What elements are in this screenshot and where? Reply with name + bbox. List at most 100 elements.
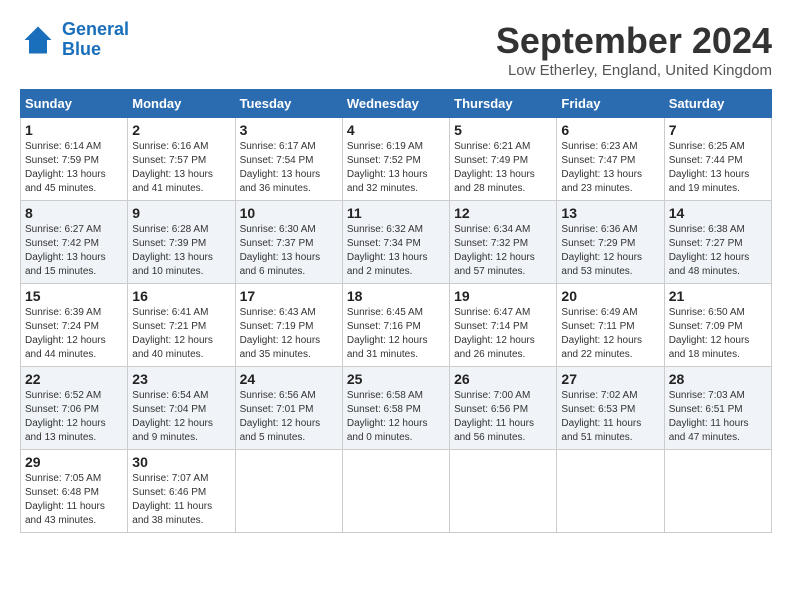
day-info: Sunrise: 6:30 AMSunset: 7:37 PMDaylight:… — [240, 223, 338, 279]
day-cell: 1Sunrise: 6:14 AMSunset: 7:59 PMDaylight… — [21, 118, 128, 201]
day-cell: 9Sunrise: 6:28 AMSunset: 7:39 PMDaylight… — [128, 201, 235, 284]
day-number: 23 — [132, 371, 230, 387]
day-info: Sunrise: 6:16 AMSunset: 7:57 PMDaylight:… — [132, 140, 230, 196]
calendar-subtitle: Low Etherley, England, United Kingdom — [496, 62, 772, 79]
day-cell: 26Sunrise: 7:00 AMSunset: 6:56 PMDayligh… — [450, 367, 557, 450]
day-info: Sunrise: 6:43 AMSunset: 7:19 PMDaylight:… — [240, 306, 338, 362]
week-row-5: 29 Sunrise: 7:05 AMSunset: 6:48 PMDayligh… — [21, 450, 772, 533]
day-info: Sunrise: 6:52 AMSunset: 7:06 PMDaylight:… — [25, 389, 123, 445]
day-info: Sunrise: 7:05 AMSunset: 6:48 PMDaylight:… — [25, 472, 123, 528]
day-cell: 22 Sunrise: 6:52 AMSunset: 7:06 PMDayligh… — [21, 367, 128, 450]
day-number: 12 — [454, 205, 552, 221]
day-info: Sunrise: 6:34 AMSunset: 7:32 PMDaylight:… — [454, 223, 552, 279]
page-header: General Blue September 2024 Low Etherley… — [20, 20, 772, 79]
week-row-3: 15 Sunrise: 6:39 AMSunset: 7:24 PMDayligh… — [21, 284, 772, 367]
day-cell: 29 Sunrise: 7:05 AMSunset: 6:48 PMDayligh… — [21, 450, 128, 533]
day-number: 2 — [132, 122, 230, 138]
day-number: 7 — [669, 122, 767, 138]
day-cell: 28 Sunrise: 7:03 AMSunset: 6:51 PMDayligh… — [664, 367, 771, 450]
day-info: Sunrise: 6:17 AMSunset: 7:54 PMDaylight:… — [240, 140, 338, 196]
day-number: 21 — [669, 288, 767, 304]
day-number: 4 — [347, 122, 445, 138]
day-cell: 21Sunrise: 6:50 AMSunset: 7:09 PMDayligh… — [664, 284, 771, 367]
title-block: September 2024 Low Etherley, England, Un… — [496, 20, 772, 79]
day-header-sunday: Sunday — [21, 90, 128, 118]
day-cell: 6Sunrise: 6:23 AMSunset: 7:47 PMDaylight… — [557, 118, 664, 201]
week-row-4: 22 Sunrise: 6:52 AMSunset: 7:06 PMDayligh… — [21, 367, 772, 450]
day-cell: 19 Sunrise: 6:47 AMSunset: 7:14 PMDayligh… — [450, 284, 557, 367]
day-cell: 7 Sunrise: 6:25 AMSunset: 7:44 PMDaylight… — [664, 118, 771, 201]
day-cell — [450, 450, 557, 533]
day-cell: 12 Sunrise: 6:34 AMSunset: 7:32 PMDayligh… — [450, 201, 557, 284]
day-number: 29 — [25, 454, 123, 470]
day-cell: 30Sunrise: 7:07 AMSunset: 6:46 PMDayligh… — [128, 450, 235, 533]
day-cell — [235, 450, 342, 533]
day-number: 6 — [561, 122, 659, 138]
day-info: Sunrise: 6:21 AMSunset: 7:49 PMDaylight:… — [454, 140, 552, 196]
day-number: 25 — [347, 371, 445, 387]
day-number: 9 — [132, 205, 230, 221]
day-number: 18 — [347, 288, 445, 304]
day-cell: 24 Sunrise: 6:56 AMSunset: 7:01 PMDayligh… — [235, 367, 342, 450]
day-info: Sunrise: 7:07 AMSunset: 6:46 PMDaylight:… — [132, 472, 230, 528]
day-info: Sunrise: 6:36 AMSunset: 7:29 PMDaylight:… — [561, 223, 659, 279]
day-cell: 25 Sunrise: 6:58 AMSunset: 6:58 PMDayligh… — [342, 367, 449, 450]
day-number: 10 — [240, 205, 338, 221]
day-number: 16 — [132, 288, 230, 304]
day-number: 22 — [25, 371, 123, 387]
day-info: Sunrise: 6:25 AMSunset: 7:44 PMDaylight:… — [669, 140, 767, 196]
day-cell: 23 Sunrise: 6:54 AMSunset: 7:04 PMDayligh… — [128, 367, 235, 450]
day-number: 1 — [25, 122, 123, 138]
day-cell: 5 Sunrise: 6:21 AMSunset: 7:49 PMDaylight… — [450, 118, 557, 201]
day-cell: 14Sunrise: 6:38 AMSunset: 7:27 PMDayligh… — [664, 201, 771, 284]
day-cell: 27 Sunrise: 7:02 AMSunset: 6:53 PMDayligh… — [557, 367, 664, 450]
day-info: Sunrise: 7:02 AMSunset: 6:53 PMDaylight:… — [561, 389, 659, 445]
day-number: 26 — [454, 371, 552, 387]
day-info: Sunrise: 6:58 AMSunset: 6:58 PMDaylight:… — [347, 389, 445, 445]
day-cell: 11 Sunrise: 6:32 AMSunset: 7:34 PMDayligh… — [342, 201, 449, 284]
day-number: 8 — [25, 205, 123, 221]
day-number: 14 — [669, 205, 767, 221]
day-info: Sunrise: 6:49 AMSunset: 7:11 PMDaylight:… — [561, 306, 659, 362]
week-row-1: 1Sunrise: 6:14 AMSunset: 7:59 PMDaylight… — [21, 118, 772, 201]
day-cell — [342, 450, 449, 533]
day-number: 13 — [561, 205, 659, 221]
day-number: 15 — [25, 288, 123, 304]
day-info: Sunrise: 6:56 AMSunset: 7:01 PMDaylight:… — [240, 389, 338, 445]
day-number: 24 — [240, 371, 338, 387]
day-info: Sunrise: 7:03 AMSunset: 6:51 PMDaylight:… — [669, 389, 767, 445]
day-info: Sunrise: 6:45 AMSunset: 7:16 PMDaylight:… — [347, 306, 445, 362]
day-number: 19 — [454, 288, 552, 304]
day-info: Sunrise: 6:54 AMSunset: 7:04 PMDaylight:… — [132, 389, 230, 445]
day-header-wednesday: Wednesday — [342, 90, 449, 118]
day-cell: 18 Sunrise: 6:45 AMSunset: 7:16 PMDayligh… — [342, 284, 449, 367]
day-info: Sunrise: 6:27 AMSunset: 7:42 PMDaylight:… — [25, 223, 123, 279]
day-header-thursday: Thursday — [450, 90, 557, 118]
day-cell — [557, 450, 664, 533]
day-number: 20 — [561, 288, 659, 304]
week-row-2: 8 Sunrise: 6:27 AMSunset: 7:42 PMDaylight… — [21, 201, 772, 284]
day-cell — [664, 450, 771, 533]
day-info: Sunrise: 6:41 AMSunset: 7:21 PMDaylight:… — [132, 306, 230, 362]
day-number: 11 — [347, 205, 445, 221]
day-cell: 10 Sunrise: 6:30 AMSunset: 7:37 PMDayligh… — [235, 201, 342, 284]
day-info: Sunrise: 6:47 AMSunset: 7:14 PMDaylight:… — [454, 306, 552, 362]
day-info: Sunrise: 6:39 AMSunset: 7:24 PMDaylight:… — [25, 306, 123, 362]
logo: General Blue — [20, 20, 129, 60]
day-info: Sunrise: 6:19 AMSunset: 7:52 PMDaylight:… — [347, 140, 445, 196]
day-cell: 20 Sunrise: 6:49 AMSunset: 7:11 PMDayligh… — [557, 284, 664, 367]
day-info: Sunrise: 6:32 AMSunset: 7:34 PMDaylight:… — [347, 223, 445, 279]
day-header-friday: Friday — [557, 90, 664, 118]
day-cell: 2 Sunrise: 6:16 AMSunset: 7:57 PMDaylight… — [128, 118, 235, 201]
day-header-saturday: Saturday — [664, 90, 771, 118]
day-number: 3 — [240, 122, 338, 138]
day-cell: 15 Sunrise: 6:39 AMSunset: 7:24 PMDayligh… — [21, 284, 128, 367]
day-number: 17 — [240, 288, 338, 304]
logo-text: General Blue — [62, 20, 129, 60]
calendar-header: SundayMondayTuesdayWednesdayThursdayFrid… — [21, 90, 772, 118]
day-header-monday: Monday — [128, 90, 235, 118]
day-number: 5 — [454, 122, 552, 138]
calendar-title: September 2024 — [496, 20, 772, 62]
day-number: 27 — [561, 371, 659, 387]
day-number: 28 — [669, 371, 767, 387]
